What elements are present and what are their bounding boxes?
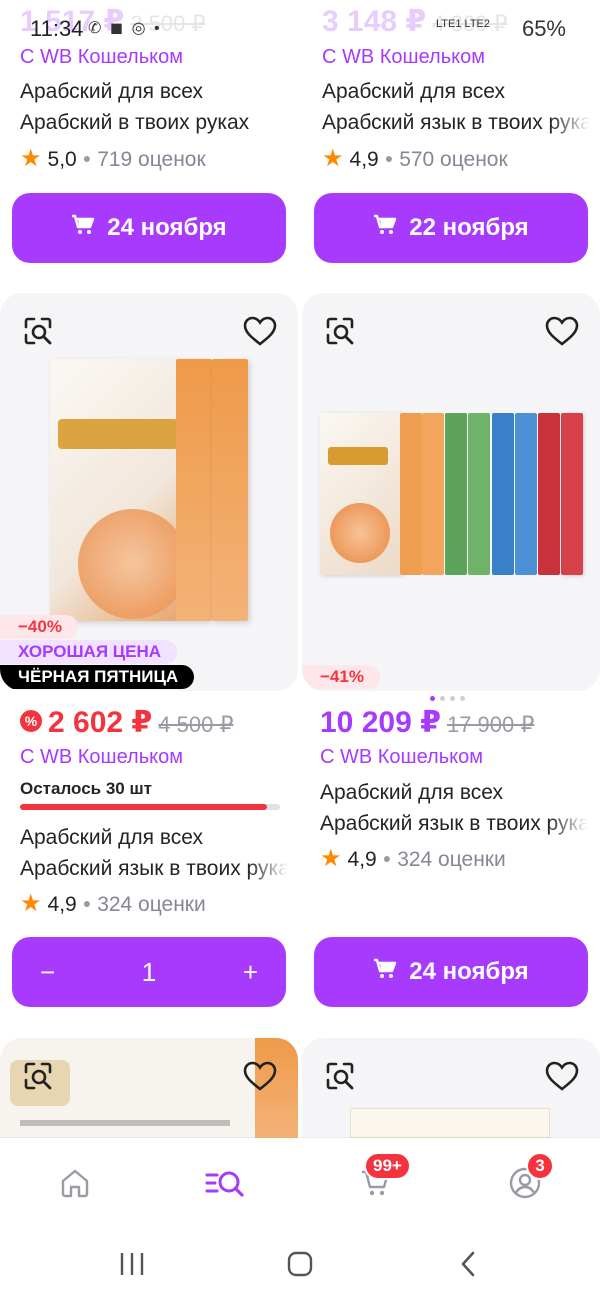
- heart-icon[interactable]: [542, 1056, 582, 1096]
- product-image[interactable]: −40% ХОРОШАЯ ЦЕНА ЧЁРНАЯ ПЯТНИЦА: [0, 293, 298, 691]
- product-image[interactable]: [302, 1038, 600, 1138]
- profile-notification-badge: 3: [526, 1152, 554, 1180]
- add-to-cart-button[interactable]: 24 ноября: [314, 937, 588, 1007]
- discount-badge: −41%: [302, 665, 380, 689]
- stock-remaining: Осталось 30 шт: [20, 779, 152, 798]
- sale-percent-icon: %: [20, 710, 42, 733]
- product-title[interactable]: Арабский для всех Арабский язык в твоих …: [322, 76, 590, 138]
- product-rating: ★ 4,9 ● 570 оценок: [322, 145, 508, 172]
- increase-quantity-button[interactable]: +: [243, 957, 258, 988]
- book-spine: [176, 359, 212, 621]
- battery-level: 65%: [521, 16, 566, 41]
- heart-icon[interactable]: [542, 311, 582, 351]
- product-card-bottom-left[interactable]: [0, 1038, 300, 1138]
- network-indicator: LTE1 LTE2: [435, 18, 490, 30]
- wallet-price-label: С WB Кошельком: [322, 46, 485, 68]
- book-cover: [350, 1108, 550, 1138]
- product-title[interactable]: Арабский для всех Арабский в твоих руках: [20, 76, 288, 138]
- product-image[interactable]: −41%: [302, 293, 600, 691]
- recent-apps-button[interactable]: [112, 1246, 152, 1282]
- product-rating: ★ 5,0 ● 719 оценок: [20, 145, 206, 172]
- search-image-icon[interactable]: [18, 1056, 58, 1096]
- image-pagination-dots: [430, 696, 465, 701]
- book-spine: [445, 413, 467, 575]
- tab-profile[interactable]: 3: [500, 1152, 554, 1208]
- heart-icon[interactable]: [240, 311, 280, 351]
- star-icon: ★: [20, 890, 42, 917]
- product-rating: ★ 4,9 ● 324 оценки: [20, 890, 206, 917]
- product-title[interactable]: Арабский для всех Арабский язык в твоих …: [320, 777, 588, 839]
- product-title[interactable]: Арабский для всех Арабский язык в твоих …: [20, 822, 288, 884]
- book-spine: [400, 413, 422, 575]
- cart-count-badge: 99+: [364, 1152, 411, 1180]
- tab-cart[interactable]: 99+: [350, 1152, 411, 1208]
- price: % 2 602 ₽4 500 ₽: [20, 705, 233, 740]
- stock-bar: [20, 804, 280, 810]
- status-bar: 11:34 ✆ ◼ ◎ • LTE1 LTE2 65%: [0, 0, 600, 44]
- search-image-icon[interactable]: [320, 1056, 360, 1096]
- book-spine: [468, 413, 490, 575]
- search-image-icon[interactable]: [18, 311, 58, 351]
- good-price-badge: ХОРОШАЯ ЦЕНА: [0, 640, 178, 664]
- product-image[interactable]: [0, 1038, 298, 1138]
- status-time: 11:34: [30, 16, 84, 41]
- product-card-bottom-right[interactable]: [302, 1038, 600, 1138]
- catalog-search-icon: [205, 1167, 245, 1204]
- product-card-mid-right[interactable]: −41% 10 209 ₽17 900 ₽ С WB Кошельком Ара…: [302, 293, 600, 1013]
- system-navigation-bar: [0, 1226, 600, 1299]
- add-to-cart-button[interactable]: 24 ноября: [12, 193, 286, 263]
- wallet-price-label: С WB Кошельком: [20, 46, 183, 68]
- decrease-quantity-button[interactable]: −: [40, 957, 55, 988]
- tab-home[interactable]: [50, 1162, 100, 1208]
- stock-bar-fill: [20, 804, 267, 810]
- book-cover: [320, 413, 404, 575]
- star-icon: ★: [320, 845, 342, 872]
- wallet-price-label: С WB Кошельком: [320, 746, 483, 768]
- book-spine: [492, 413, 514, 575]
- back-button[interactable]: [448, 1246, 488, 1282]
- cart-icon: [373, 958, 397, 987]
- book-spine: [212, 359, 248, 621]
- notification-icons: ✆ ◼ ◎ •: [88, 20, 162, 37]
- book-spine: [538, 413, 560, 575]
- cart-icon: [373, 214, 397, 243]
- star-icon: ★: [20, 145, 42, 172]
- book-spine: [515, 413, 537, 575]
- heart-icon[interactable]: [240, 1056, 280, 1096]
- discount-badge: −40%: [0, 615, 78, 639]
- quantity-value: 1: [141, 956, 157, 987]
- tab-catalog[interactable]: [200, 1162, 250, 1208]
- home-button[interactable]: [280, 1246, 320, 1282]
- bottom-tab-bar: 99+ 3: [0, 1138, 600, 1226]
- star-icon: ★: [322, 145, 344, 172]
- home-icon: [59, 1167, 91, 1204]
- cart-icon: [71, 214, 95, 243]
- search-image-icon[interactable]: [320, 311, 360, 351]
- add-to-cart-button[interactable]: 22 ноября: [314, 193, 588, 263]
- book-text: [20, 1120, 230, 1126]
- price: 10 209 ₽17 900 ₽: [320, 706, 535, 739]
- product-card-mid-left[interactable]: −40% ХОРОШАЯ ЦЕНА ЧЁРНАЯ ПЯТНИЦА % 2 602 …: [0, 293, 300, 1013]
- product-rating: ★ 4,9 ● 324 оценки: [320, 845, 506, 872]
- wallet-price-label: С WB Кошельком: [20, 746, 183, 768]
- quantity-stepper[interactable]: − 1 +: [12, 937, 286, 1007]
- book-spine: [561, 413, 583, 575]
- book-spine: [422, 413, 444, 575]
- black-friday-badge: ЧЁРНАЯ ПЯТНИЦА: [0, 665, 195, 689]
